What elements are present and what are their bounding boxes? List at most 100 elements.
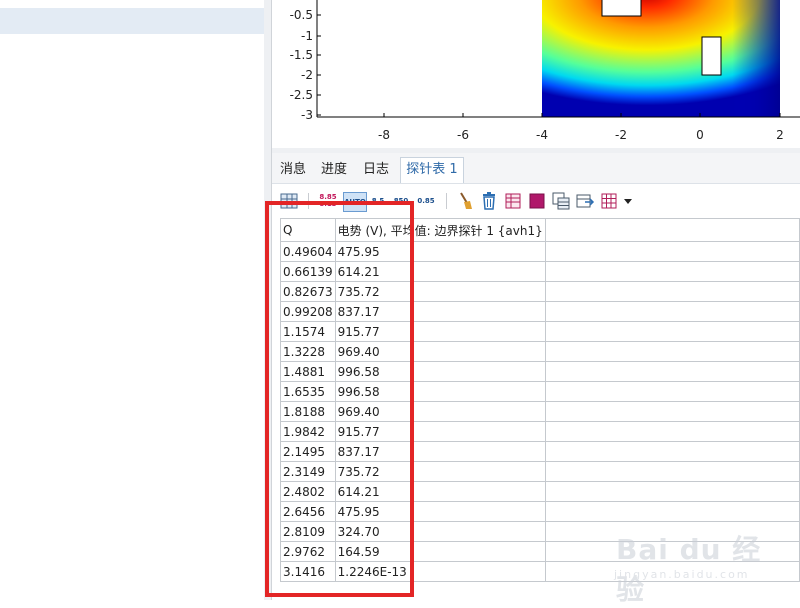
table-display-button[interactable] — [600, 192, 618, 210]
cell-empty — [544, 501, 800, 522]
table-row[interactable]: 1.9842 915.77 — [280, 421, 800, 442]
cell-potential[interactable]: 996.58 — [334, 381, 546, 402]
toolbar-separator — [446, 193, 447, 209]
decimal-format-button[interactable]: 0.85 — [415, 192, 437, 210]
cell-q[interactable]: 2.8109 — [280, 521, 336, 542]
cell-q[interactable]: 1.8188 — [280, 401, 336, 422]
cell-q[interactable]: 0.82673 — [280, 281, 336, 302]
table-header-row: Q 电势 (V), 平均值: 边界探针 1 {avh1} — [280, 218, 800, 242]
cell-potential[interactable]: 837.17 — [334, 441, 546, 462]
table-row[interactable]: 1.8188 969.40 — [280, 401, 800, 422]
baidu-watermark: Bai du 经验 jingyan.baidu.com — [610, 520, 790, 606]
y-tick-label: -0.5 — [290, 8, 313, 22]
table-row[interactable]: 2.1495 837.17 — [280, 441, 800, 462]
cell-q[interactable]: 0.66139 — [280, 261, 336, 282]
cell-q[interactable]: 0.49604 — [280, 241, 336, 262]
cell-q[interactable]: 1.3228 — [280, 341, 336, 362]
graphics-window[interactable]: -8 -6 -4 -2 0 2 -0.5 -1 -1.5 -2 -2.5 -3 — [272, 0, 800, 148]
precision-format-button[interactable]: 8.85 8.13 — [318, 192, 338, 210]
filled-square-icon — [529, 193, 545, 209]
cell-q[interactable]: 2.3149 — [280, 461, 336, 482]
cell-potential[interactable]: 915.77 — [334, 421, 546, 442]
cell-potential[interactable]: 475.95 — [334, 501, 546, 522]
cell-potential[interactable]: 324.70 — [334, 521, 546, 542]
tree-selected-row[interactable] — [0, 8, 264, 34]
delete-table-button[interactable] — [480, 192, 498, 210]
clear-table-button[interactable] — [456, 192, 474, 210]
x-tick-label: -4 — [536, 128, 548, 142]
table-properties-button[interactable] — [504, 192, 522, 210]
copy-table-icon — [552, 192, 570, 210]
cell-q[interactable]: 1.6535 — [280, 381, 336, 402]
table-row[interactable]: 0.66139 614.21 — [280, 261, 800, 282]
table-row[interactable]: 1.3228 969.40 — [280, 341, 800, 362]
cell-potential[interactable]: 164.59 — [334, 541, 546, 562]
cell-q[interactable]: 1.4881 — [280, 361, 336, 382]
y-tick-label: -1 — [301, 29, 313, 43]
table-row[interactable]: 0.99208 837.17 — [280, 301, 800, 322]
cell-potential[interactable]: 475.95 — [334, 241, 546, 262]
cell-empty — [544, 461, 800, 482]
table-row[interactable]: 2.6456 475.95 — [280, 501, 800, 522]
cell-potential[interactable]: 969.40 — [334, 341, 546, 362]
auto-format-icon: AUTO — [344, 197, 366, 206]
y-tick-label: -2 — [301, 68, 313, 82]
precision-format-icon-lower: 8.13 — [319, 200, 337, 208]
cell-potential[interactable]: 614.21 — [334, 481, 546, 502]
tab-messages[interactable]: 消息 — [275, 158, 311, 181]
cell-q[interactable]: 2.9762 — [280, 541, 336, 562]
electrode-cutout-right — [701, 36, 722, 76]
x-tick-label: -2 — [615, 128, 627, 142]
table-row[interactable]: 0.49604 475.95 — [280, 241, 800, 262]
table-grid-icon — [280, 193, 298, 209]
table-properties-icon — [505, 193, 521, 209]
x-tick-label: -6 — [457, 128, 469, 142]
tab-progress[interactable]: 进度 — [315, 158, 353, 181]
cell-q[interactable]: 1.1574 — [280, 321, 336, 342]
table-display-dropdown[interactable] — [622, 192, 634, 210]
cell-potential[interactable]: 969.40 — [334, 401, 546, 422]
decimal-format-icon: 0.85 — [417, 196, 435, 205]
auto-format-button[interactable]: AUTO — [343, 192, 367, 212]
plot-svg: -8 -6 -4 -2 0 2 -0.5 -1 -1.5 -2 -2.5 -3 — [290, 0, 800, 142]
cell-empty — [544, 441, 800, 462]
cell-potential[interactable]: 837.17 — [334, 301, 546, 322]
cell-potential[interactable]: 735.72 — [334, 281, 546, 302]
tab-log[interactable]: 日志 — [357, 158, 395, 181]
table-row[interactable]: 1.1574 915.77 — [280, 321, 800, 342]
cell-q[interactable]: 2.4802 — [280, 481, 336, 502]
cell-potential[interactable]: 614.21 — [334, 261, 546, 282]
table-row[interactable]: 2.3149 735.72 — [280, 461, 800, 482]
cell-q[interactable]: 3.1416 — [280, 561, 336, 582]
cell-empty — [544, 261, 800, 282]
cell-empty — [544, 421, 800, 442]
toolbar-separator — [308, 193, 309, 209]
trash-icon — [483, 192, 495, 210]
cell-q[interactable]: 2.1495 — [280, 441, 336, 462]
cell-empty — [544, 321, 800, 342]
full-precision-button[interactable] — [528, 192, 546, 210]
integer-format-button[interactable]: 850 — [392, 192, 410, 210]
cell-q[interactable]: 2.6456 — [280, 501, 336, 522]
table-row[interactable]: 1.6535 996.58 — [280, 381, 800, 402]
cell-q[interactable]: 1.9842 — [280, 421, 336, 442]
cell-q[interactable]: 0.99208 — [280, 301, 336, 322]
cell-empty — [544, 481, 800, 502]
table-layout-button[interactable] — [280, 192, 298, 210]
fixed-format-button[interactable]: 8.5 — [369, 192, 387, 210]
cell-potential[interactable]: 735.72 — [334, 461, 546, 482]
table-row[interactable]: 2.4802 614.21 — [280, 481, 800, 502]
table-row[interactable]: 0.82673 735.72 — [280, 281, 800, 302]
column-header-q[interactable]: Q — [280, 218, 336, 242]
table-display-icon — [601, 193, 617, 209]
electrode-cutout-top — [601, 0, 642, 17]
tab-probe-table[interactable]: 探针表 1 — [400, 157, 464, 183]
column-header-potential[interactable]: 电势 (V), 平均值: 边界探针 1 {avh1} — [334, 218, 546, 242]
cell-potential[interactable]: 1.2246E-13 — [334, 561, 546, 582]
cell-potential[interactable]: 996.58 — [334, 361, 546, 382]
table-row[interactable]: 1.4881 996.58 — [280, 361, 800, 382]
export-table-button[interactable] — [576, 192, 596, 210]
cell-potential[interactable]: 915.77 — [334, 321, 546, 342]
model-tree-panel — [0, 0, 264, 600]
copy-table-button[interactable] — [552, 192, 570, 210]
